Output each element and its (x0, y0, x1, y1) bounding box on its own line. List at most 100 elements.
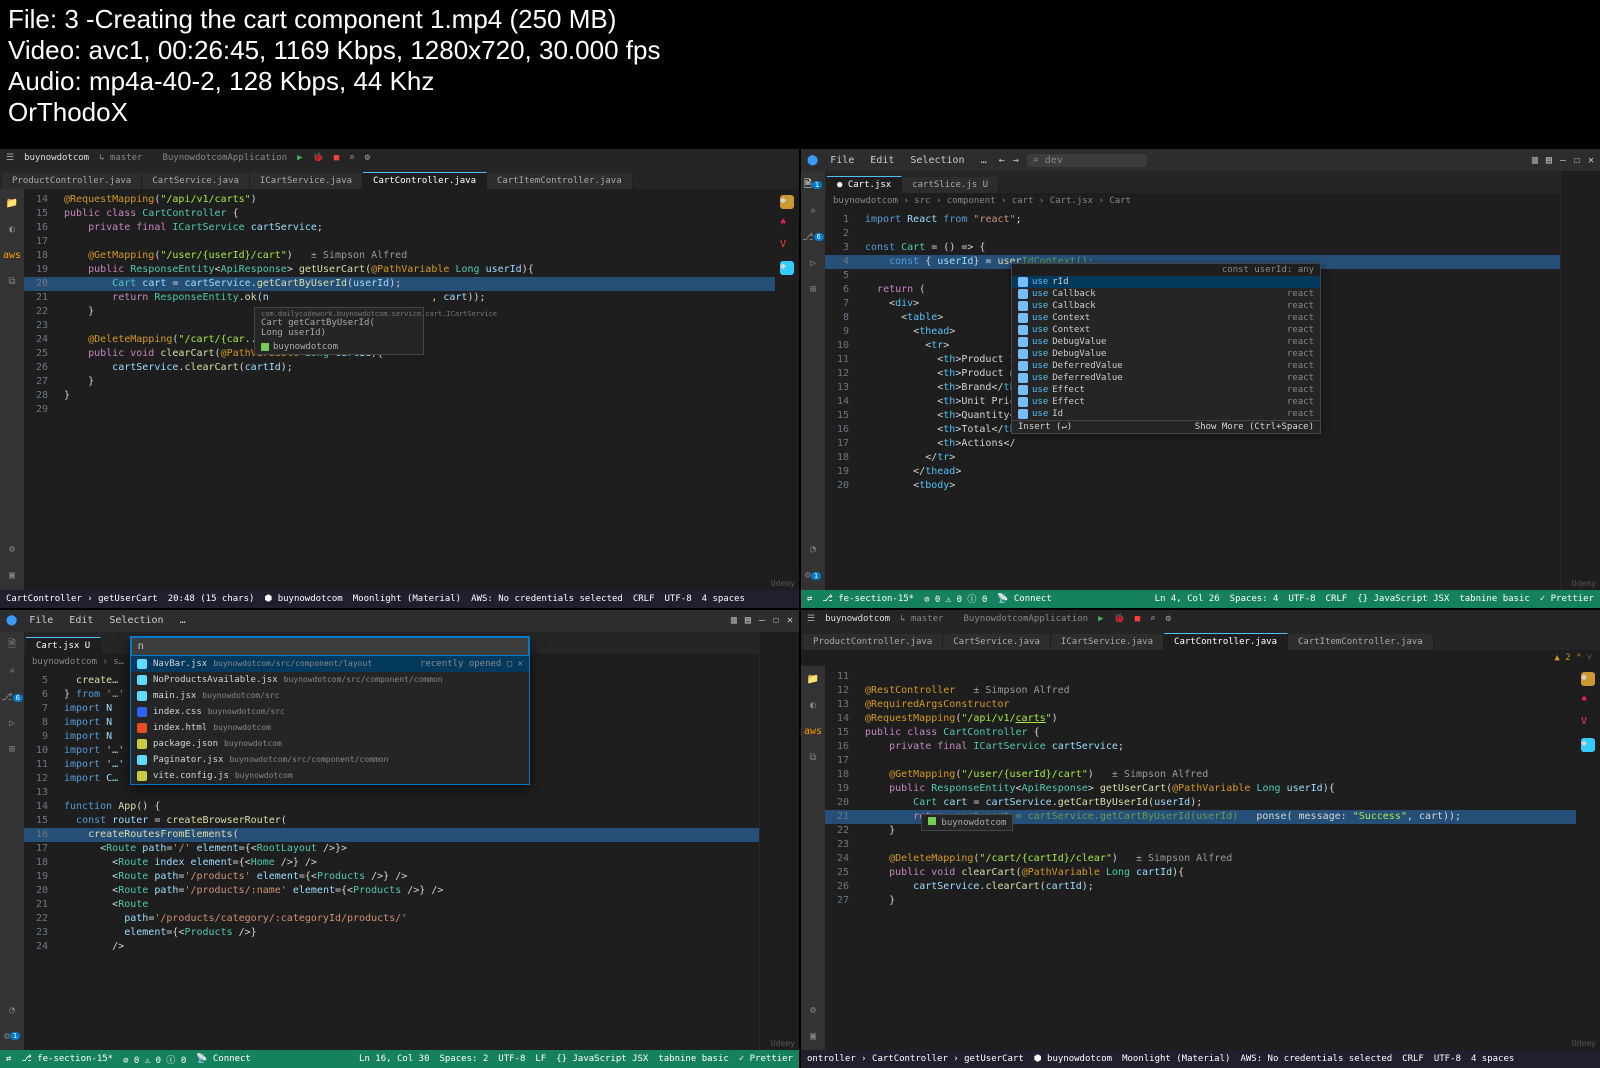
code-line[interactable]: 17 (24, 235, 775, 249)
menu-selection[interactable]: Selection (906, 155, 968, 166)
cursor-pos[interactable]: 20:48 (15 chars) (168, 594, 255, 604)
editor-tab[interactable]: ICartService.java (1051, 634, 1164, 650)
layout-icon[interactable]: ▥ (731, 615, 737, 626)
search-icon[interactable]: ⌕ (4, 664, 20, 680)
extensions-icon[interactable]: ⊞ (4, 742, 20, 758)
run-icon[interactable]: ▶ (297, 153, 302, 163)
warnings-badge[interactable]: ▲ 2 ⌃ ˅ (1554, 652, 1592, 663)
debug-icon[interactable]: ▷ (805, 255, 821, 271)
gear-icon[interactable]: ⚙ (4, 542, 20, 558)
code-line[interactable]: 24 @DeleteMapping("/cart/{cartId}/clear"… (825, 852, 1576, 866)
code-line[interactable]: 25 public void clearCart(@PathVariable L… (825, 866, 1576, 880)
code-line[interactable]: 27 } (24, 375, 775, 389)
code-line[interactable]: 18 <Route index element={<Home />} /> (24, 856, 759, 870)
code-editor[interactable]: 1112@RestController ± Simpson Alfred13@R… (825, 666, 1576, 1051)
v-icon[interactable]: V (1581, 716, 1595, 730)
menu-file[interactable]: File (25, 615, 57, 626)
command-center[interactable]: ⌕ dev (1027, 154, 1147, 167)
close-icon[interactable]: ✕ (1588, 155, 1594, 166)
menu-file[interactable]: File (826, 155, 858, 166)
hamburger-icon[interactable]: ☰ (807, 614, 815, 624)
code-line[interactable]: 16 private final ICartService cartServic… (825, 740, 1576, 754)
editor-tab[interactable]: ProductController.java (2, 173, 142, 189)
aws-status[interactable]: AWS: No credentials selected (1240, 1054, 1392, 1064)
indent[interactable]: 4 spaces (702, 594, 745, 604)
github-icon[interactable]: ◐ (4, 221, 20, 237)
encoding[interactable]: UTF-8 (1434, 1054, 1461, 1064)
code-line[interactable]: 21 <Route (24, 898, 759, 912)
code-editor[interactable]: 14@RequestMapping("/api/v1/carts")15publ… (24, 189, 775, 590)
maximize-icon[interactable]: ☐ (1574, 155, 1580, 166)
eol[interactable]: CRLF (1326, 594, 1348, 604)
prettier[interactable]: ✓ Prettier (739, 1054, 793, 1064)
quick-open-item[interactable]: NavBar.jsx buynowdotcom/src/component/la… (131, 656, 529, 672)
code-line[interactable]: 20 <tbody> (825, 479, 1560, 493)
code-line[interactable]: 19 public ResponseEntity<ApiResponse> ge… (825, 782, 1576, 796)
terminal-icon[interactable]: ▣ (805, 1028, 821, 1044)
quick-open-item[interactable]: package.json buynowdotcom (131, 736, 529, 752)
code-line[interactable]: 23 element={<Products />} (24, 926, 759, 940)
minimize-icon[interactable]: — (1560, 155, 1566, 166)
quick-open-item[interactable]: NoProductsAvailable.jsx buynowdotcom/src… (131, 672, 529, 688)
breadcrumb-status[interactable]: ontroller › CartController › getUserCart (807, 1054, 1024, 1064)
terminal-icon[interactable]: ▣ (4, 568, 20, 584)
nav-back-icon[interactable]: ← (999, 155, 1005, 166)
code-line[interactable]: 21 return ResponseEntity.ok(n , cart)); (24, 291, 775, 305)
code-line[interactable]: 23 (825, 838, 1576, 852)
run-config[interactable]: BuynowdotcomApplication (963, 614, 1088, 624)
connect[interactable]: 📡 Connect (997, 594, 1052, 604)
code-line[interactable]: 18 </tr> (825, 451, 1560, 465)
stop-icon[interactable]: ■ (334, 153, 339, 163)
structure-icon[interactable]: ⧉ (4, 273, 20, 289)
intellisense-item[interactable]: useIdreact (1012, 408, 1320, 420)
code-line[interactable]: 28} (24, 389, 775, 403)
problems[interactable]: ⊘ 0 ⚠ 0 ⓘ 0 (924, 592, 987, 605)
v-icon[interactable]: V (780, 239, 794, 253)
run-config[interactable]: BuynowdotcomApplication (162, 153, 287, 163)
gear-icon[interactable]: ⚙ (805, 1002, 821, 1018)
code-line[interactable]: 3const Cart = () => { (825, 241, 1560, 255)
branch[interactable]: ⎇ fe-section-15* (822, 594, 914, 604)
quick-open-palette[interactable]: NavBar.jsx buynowdotcom/src/component/la… (130, 636, 530, 785)
intellisense-item[interactable]: useCallbackreact (1012, 288, 1320, 300)
ai-icon[interactable]: ◆ (780, 261, 794, 275)
minimap[interactable] (759, 632, 799, 1051)
layout-icon[interactable]: ▤ (1546, 155, 1552, 166)
minimap[interactable] (1560, 171, 1600, 590)
account-icon[interactable]: ◔ (4, 1002, 20, 1018)
intellisense-item[interactable]: useDeferredValuereact (1012, 360, 1320, 372)
eol[interactable]: LF (535, 1054, 546, 1064)
intellisense-item[interactable]: useDebugValuereact (1012, 336, 1320, 348)
editor-tab[interactable]: ● Cart.jsx (827, 176, 902, 193)
aws-icon[interactable]: aws (805, 724, 821, 740)
eol[interactable]: CRLF (633, 594, 655, 604)
branch[interactable]: ⎇ fe-section-15* (21, 1054, 113, 1064)
intellisense-item[interactable]: useEffectreact (1012, 396, 1320, 408)
gear-icon[interactable]: ⚙ (1166, 614, 1171, 624)
code-line[interactable]: 2 (825, 227, 1560, 241)
debug-icon[interactable]: ▷ (4, 716, 20, 732)
github-icon[interactable]: ◐ (805, 698, 821, 714)
code-line[interactable]: 17 <Route path='/' element={<RootLayout … (24, 842, 759, 856)
intellisense-item[interactable]: useEffectreact (1012, 384, 1320, 396)
bell-icon[interactable]: ♠ (1581, 694, 1595, 708)
code-line[interactable]: 14function App() { (24, 800, 759, 814)
search-icon[interactable]: ⌕ (349, 153, 354, 163)
quick-open-item[interactable]: index.html buynowdotcom (131, 720, 529, 736)
code-line[interactable]: 29 (24, 403, 775, 417)
git-status[interactable]: ⬢ buynowdotcom (1034, 1054, 1112, 1064)
code-line[interactable]: 18 @GetMapping("/user/{userId}/cart") ± … (24, 249, 775, 263)
nav-fwd-icon[interactable]: → (1013, 155, 1019, 166)
menu-edit[interactable]: Edit (65, 615, 97, 626)
code-line[interactable]: 13@RequiredArgsConstructor (825, 698, 1576, 712)
intellisense-popup[interactable]: const userId: any userIduseCallbackreact… (1011, 263, 1321, 434)
lang-mode[interactable]: {} JavaScript JSX (1357, 594, 1449, 604)
hamburger-icon[interactable]: ☰ (6, 153, 14, 163)
editor-tab[interactable]: CartController.java (1164, 633, 1288, 650)
menu-more[interactable]: … (176, 615, 190, 626)
code-line[interactable]: 11 (825, 670, 1576, 684)
quick-open-item[interactable]: vite.config.js buynowdotcom (131, 768, 529, 784)
code-line[interactable]: 14@RequestMapping("/api/v1/carts") (825, 712, 1576, 726)
eol[interactable]: CRLF (1402, 1054, 1424, 1064)
intellisense-item[interactable]: userId (1012, 276, 1320, 288)
